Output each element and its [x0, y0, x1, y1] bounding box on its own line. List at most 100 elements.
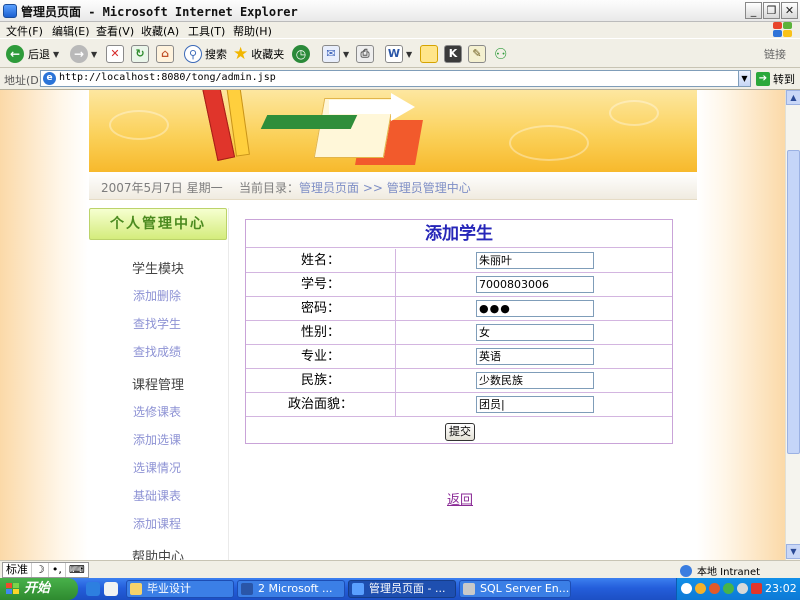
home-button[interactable]: ⌂ [156, 44, 174, 64]
back-button[interactable]: ← 后退 ▼ [6, 44, 59, 64]
back-link[interactable]: 返回 [447, 489, 473, 508]
k-button[interactable]: K [444, 44, 462, 64]
banner-swirl [609, 100, 659, 126]
tray-k-icon[interactable] [751, 583, 762, 594]
tray-qq-icon[interactable] [695, 583, 706, 594]
history-icon: ◷ [292, 45, 310, 63]
banner-arrow-shaft [329, 100, 393, 114]
go-button[interactable]: ➔ 转到 [756, 71, 795, 87]
close-button[interactable]: ✕ [781, 2, 798, 19]
menu-tools[interactable]: 工具(T) [188, 23, 225, 39]
search-button[interactable]: ⚲ 搜索 [184, 44, 227, 64]
student-id-field[interactable]: 7000803006 [476, 276, 594, 293]
sidebar-header: 个人管理中心 [89, 208, 227, 240]
page-viewport: 2007年5月7日 星期一 当前目录：管理员页面 >> 管理员管理中心 个人管理… [0, 90, 785, 560]
minimize-button[interactable]: _ [745, 2, 762, 19]
form-row-gender: 性别： 女 [246, 321, 672, 345]
back-label: 后退 [28, 48, 50, 61]
edit-button[interactable]: W ▼ [385, 44, 412, 64]
sidebar-link-elective-status[interactable]: 选课情况 [133, 459, 181, 476]
quicklaunch-ie-icon[interactable] [86, 582, 100, 596]
scroll-thumb[interactable] [787, 150, 800, 454]
breadcrumb-link-admin-center[interactable]: 管理员管理中心 [387, 181, 471, 195]
tray-keyboard-icon[interactable] [737, 583, 748, 594]
breadcrumb-link-admin-page[interactable]: 管理员页面 [299, 181, 359, 195]
address-field[interactable]: e http://localhost:8080/tong/admin.jsp [40, 70, 750, 87]
major-field[interactable]: 英语 [476, 348, 594, 365]
discuss-button[interactable] [420, 44, 438, 64]
form-row-ethnicity: 民族： 少数民族 [246, 369, 672, 393]
stop-button[interactable]: ✕ [106, 44, 124, 64]
sidebar-section-help: 帮助中心 [132, 550, 185, 560]
tray-network-icon[interactable] [681, 583, 692, 594]
mail-dropdown-icon[interactable]: ▼ [343, 50, 349, 59]
maximize-button[interactable]: ❐ [763, 2, 780, 19]
quicklaunch-desktop-icon[interactable] [104, 582, 118, 596]
menu-file[interactable]: 文件(F) [6, 23, 43, 39]
messenger-button[interactable]: ⚇ [494, 44, 507, 64]
ime-toolbar[interactable]: 标准 ☽ •, ⌨ [2, 562, 89, 578]
links-button[interactable]: 链接 [764, 44, 786, 64]
political-status-field[interactable]: 团员| [476, 396, 594, 413]
gender-field[interactable]: 女 [476, 324, 594, 341]
security-zone: 本地 Intranet [680, 563, 760, 578]
vertical-scrollbar[interactable]: ▲ ▼ [785, 90, 800, 560]
task-admin-page[interactable]: 管理员页面 - ... [348, 580, 456, 598]
forward-dropdown-icon[interactable]: ▼ [91, 50, 97, 59]
sidebar-link-find-student[interactable]: 查找学生 [133, 315, 181, 332]
ime-keyboard-icon[interactable]: ⌨ [66, 563, 88, 577]
menu-edit[interactable]: 编辑(E) [52, 23, 90, 39]
info-bar: 2007年5月7日 星期一 当前目录：管理员页面 >> 管理员管理中心 [89, 172, 697, 200]
ethnicity-field[interactable]: 少数民族 [476, 372, 594, 389]
search-icon: ⚲ [184, 45, 202, 63]
start-button[interactable]: 开始 [0, 578, 78, 600]
menu-favorites[interactable]: 收藏(A) [141, 23, 179, 39]
back-arrow-icon: ← [6, 45, 24, 63]
name-label: 姓名： [246, 249, 396, 272]
refresh-button[interactable]: ↻ [131, 44, 149, 64]
banner-swirl [509, 125, 589, 161]
sidebar-link-add-elective[interactable]: 添加选课 [133, 431, 181, 448]
back-dropdown-icon[interactable]: ▼ [53, 50, 59, 59]
menu-help[interactable]: 帮助(H) [233, 23, 272, 39]
ime-width-icon[interactable]: ☽ [32, 563, 49, 577]
scroll-down-icon[interactable]: ▼ [786, 544, 800, 559]
banner-swirl [109, 110, 169, 140]
submit-button[interactable]: 提交 [445, 423, 475, 441]
edit-dropdown-icon[interactable]: ▼ [406, 50, 412, 59]
research-button[interactable]: ✎ [468, 44, 486, 64]
sidebar-link-add-course[interactable]: 添加课程 [133, 515, 181, 532]
task-sql-server[interactable]: SQL Server En... [459, 580, 571, 598]
mail-button[interactable]: ✉ ▼ [322, 44, 349, 64]
forward-button[interactable]: → ▼ [70, 44, 97, 64]
ime-mode[interactable]: 标准 [3, 563, 32, 577]
title-bar: 管理员页面 - Microsoft Internet Explorer _ ❐ … [0, 0, 800, 22]
system-tray: 23:02 [676, 578, 800, 600]
task-graduation-folder[interactable]: 毕业设计 [126, 580, 234, 598]
history-button[interactable]: ◷ [292, 44, 310, 64]
refresh-icon: ↻ [131, 45, 149, 63]
form-row-major: 专业： 英语 [246, 345, 672, 369]
sidebar-link-add-delete[interactable]: 添加删除 [133, 287, 181, 304]
research-icon: ✎ [468, 45, 486, 63]
ethnicity-label: 民族： [246, 369, 396, 392]
address-dropdown-icon[interactable]: ▼ [738, 70, 751, 87]
tray-sound-icon[interactable] [723, 583, 734, 594]
window-title: 管理员页面 - Microsoft Internet Explorer [21, 5, 298, 19]
password-field[interactable]: ●●● [476, 300, 594, 317]
sidebar-link-elective-table[interactable]: 选修课表 [133, 403, 181, 420]
favorites-star-icon: ★ [233, 44, 249, 64]
current-date: 2007年5月7日 星期一 [101, 181, 223, 195]
sidebar-link-find-grades[interactable]: 查找成绩 [133, 343, 181, 360]
tray-antivirus-icon[interactable] [709, 583, 720, 594]
links-label: 链接 [764, 48, 786, 61]
print-button[interactable]: ⎙ [356, 44, 374, 64]
sidebar-link-basic-courses[interactable]: 基础课表 [133, 487, 181, 504]
favorites-button[interactable]: ★ 收藏夹 [233, 44, 284, 64]
menu-view[interactable]: 查看(V) [96, 23, 134, 39]
name-field[interactable]: 朱丽叶 [476, 252, 594, 269]
task-microsoft-word[interactable]: 2 Microsoft ... [237, 580, 345, 598]
scroll-up-icon[interactable]: ▲ [786, 90, 800, 105]
form-title: 添加学生 [246, 220, 672, 248]
ime-punct-icon[interactable]: •, [49, 563, 66, 577]
